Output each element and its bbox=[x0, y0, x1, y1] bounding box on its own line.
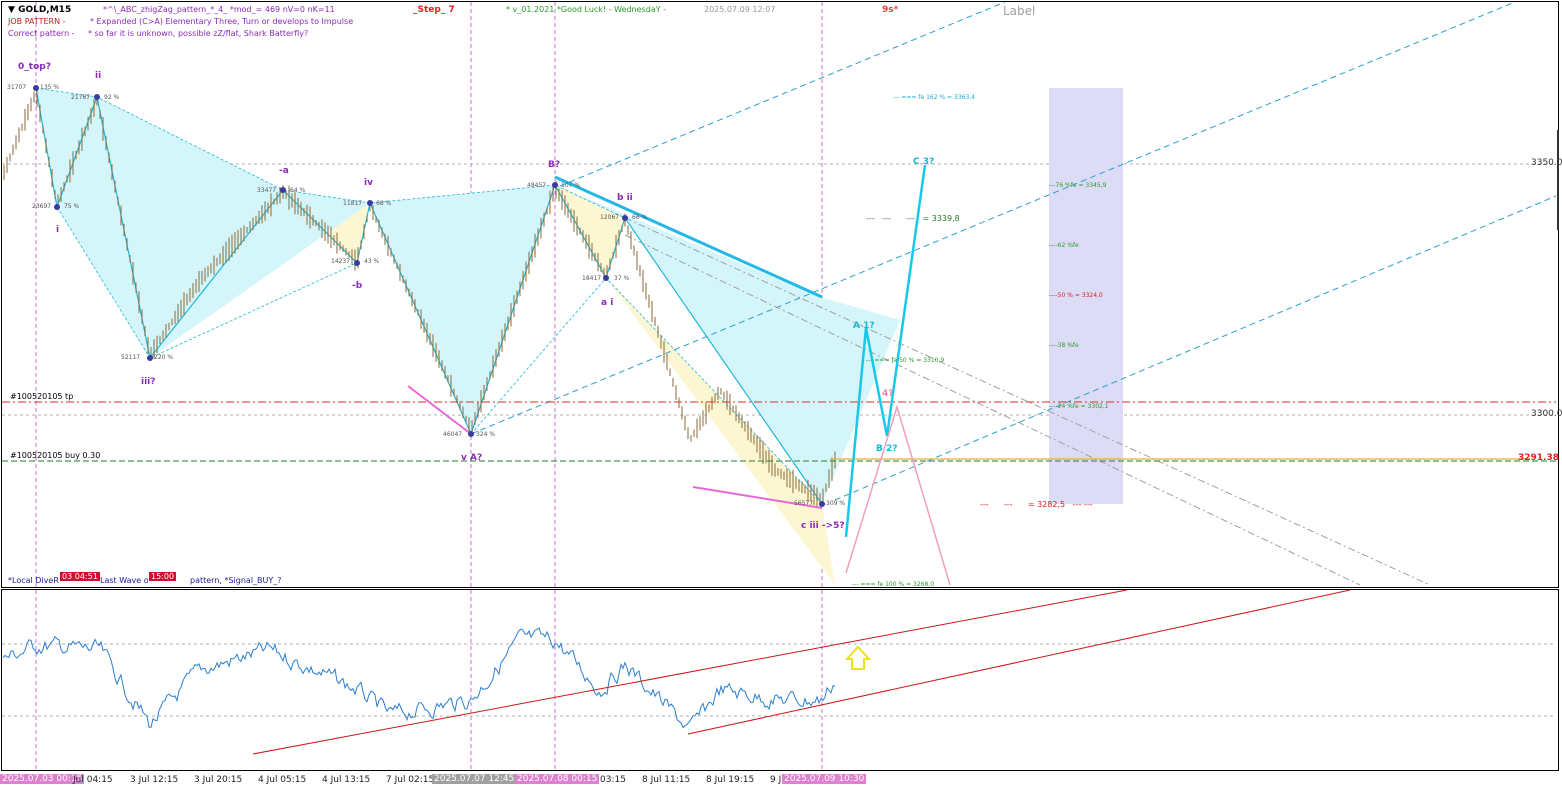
fib-38: ----38 %fe bbox=[1049, 342, 1079, 349]
time-tick: Jul 04:15 bbox=[73, 775, 113, 785]
buy-arrow-icon bbox=[844, 645, 872, 670]
fib-bottom: --- === fe 100 % = 3268,0 bbox=[852, 581, 935, 588]
wave-label-B: B? bbox=[548, 160, 561, 170]
time-tick: 3 Jul 20:15 bbox=[194, 775, 243, 785]
pivot-percent: 135 % bbox=[40, 84, 60, 91]
time-highlight-mid2: 2025.07.08 00:15 bbox=[515, 774, 600, 784]
job-pattern-label: JOB PATTERN - bbox=[8, 17, 66, 26]
fib-62: ----62 %fe bbox=[1049, 242, 1079, 249]
wave-label-i: i bbox=[56, 225, 60, 235]
top-badge: 9s* bbox=[882, 5, 899, 15]
pivot-value: 52117 bbox=[121, 354, 141, 361]
symbol-title: ▼ GOLD,M15 bbox=[8, 5, 71, 15]
oscillator-line bbox=[2, 627, 836, 729]
pivot-value: 21767 bbox=[71, 94, 91, 101]
pivot-percent: 68 % bbox=[376, 200, 392, 207]
target-2: --- --- = 3282,5 --- --- bbox=[980, 500, 1093, 509]
pivot-percent: 75 % bbox=[64, 203, 80, 210]
time-tick: 03:15 bbox=[600, 775, 626, 785]
time-tick: 7 Jul 02:15 bbox=[386, 775, 435, 785]
fib-24: ----24 %fe = 3302,1 bbox=[1049, 403, 1109, 410]
price-scale-handle[interactable] bbox=[1557, 130, 1559, 230]
time-tick: 4 Jul 05:15 bbox=[258, 775, 307, 785]
time-tick: 9 J bbox=[770, 775, 782, 785]
dropdown-icon[interactable]: ▼ bbox=[8, 5, 15, 15]
correct-pattern-label: Correct pattern - bbox=[8, 29, 75, 38]
oscillator-trendlines bbox=[252, 589, 1351, 755]
alt-projected-path bbox=[845, 404, 951, 586]
pivot-value: 46047 bbox=[443, 431, 463, 438]
pivot-percent: 64 % bbox=[290, 187, 306, 194]
timer-tag-2: 15:00 bbox=[148, 571, 178, 582]
step-label: _Step_ 7 bbox=[413, 5, 455, 15]
pivot-value: 11817 bbox=[343, 200, 363, 207]
timer-tag-1: 03 04:51 bbox=[59, 571, 101, 582]
symbol-label: GOLD,M15 bbox=[18, 5, 72, 15]
signal-note-a: *Local DiveR bbox=[8, 576, 59, 585]
pivot-value: 18417 bbox=[582, 275, 602, 282]
price-tick: 3300.0 bbox=[1531, 409, 1562, 419]
pivot-percent: 324 % bbox=[476, 431, 496, 438]
wave-label-ii: ii bbox=[95, 71, 102, 81]
pattern-cyan-fills bbox=[36, 88, 900, 504]
time-highlight-mid1: 2025.07.07 12:45 bbox=[432, 774, 517, 784]
tp-label[interactable]: #100520105 tp bbox=[10, 392, 73, 401]
time-tick: 3 Jul 12:15 bbox=[130, 775, 179, 785]
pivot-value: 33477 bbox=[257, 187, 277, 194]
fib-50: ----50 % = 3324,0 bbox=[1049, 292, 1103, 299]
wave-label-ciii: c iii ->5? bbox=[801, 521, 845, 531]
pivot-value: 48457 bbox=[527, 182, 547, 189]
indicator-header: *^\_ABC_zhigZag_pattern_*_4_ *mod_= 469 … bbox=[103, 5, 335, 14]
wave-label-4: 4? bbox=[882, 389, 894, 399]
target-1: --- --- --- = 3339,8 bbox=[866, 214, 960, 223]
fib-162: --- === fe 162 % = 3363,4 bbox=[893, 94, 976, 101]
chart-drawing-layer bbox=[2, 1, 1557, 770]
wave-label-ai: a i bbox=[601, 298, 614, 308]
wave-label-B2: B 2? bbox=[876, 444, 898, 454]
buy-price-label: 3291.38 bbox=[1518, 453, 1559, 463]
pivot-percent: 92 % bbox=[104, 94, 120, 101]
fib-50b: --- === fe 50 % = 3310,9 bbox=[866, 357, 945, 364]
pivot-value: 14237 bbox=[331, 258, 351, 265]
signal-note-b: Last Wave o bbox=[100, 576, 149, 585]
wave-label-top: 0_top? bbox=[18, 62, 51, 72]
wave-label-bii: b ii bbox=[617, 193, 633, 203]
wave-label-minus-b: -b bbox=[352, 281, 363, 291]
signal-note-c: pattern, *Signal_BUY_? bbox=[190, 576, 282, 585]
pivot-value: 31707 bbox=[7, 84, 27, 91]
pivot-value: 12067 bbox=[600, 214, 620, 221]
timestamp: 2025.07.09 12:07 bbox=[704, 5, 776, 14]
wave-label-A1: A 1? bbox=[853, 321, 875, 331]
time-tick: 8 Jul 19:15 bbox=[706, 775, 755, 785]
wave-label-C3: C 3? bbox=[913, 157, 935, 167]
job-pattern-text: * Expanded (C>A) Elementary Three, Turn … bbox=[90, 17, 354, 26]
wave-label-minus-a: -a bbox=[279, 166, 289, 176]
fib-76: ---76 %fe = 3345,9 bbox=[1049, 182, 1107, 189]
version-label: * v_01.2021 *Good Luck! - WednesdaY - bbox=[506, 5, 667, 14]
pivot-percent: 107 % bbox=[561, 182, 581, 189]
correct-pattern-text: * so far it is unknown, possible zZ/flat… bbox=[88, 29, 309, 38]
time-tick: 4 Jul 13:15 bbox=[322, 775, 371, 785]
pivot-value: 56577 bbox=[794, 500, 814, 507]
pivot-percent: 66 % bbox=[632, 214, 648, 221]
wave-label-iv: iv bbox=[364, 178, 373, 188]
time-highlight-end: 2025.07.09 10:30 bbox=[782, 774, 867, 784]
buy-label[interactable]: #100520105 buy 0.30 bbox=[10, 451, 100, 460]
wave-label-iii: iii? bbox=[141, 377, 156, 387]
pivot-percent: 43 % bbox=[364, 258, 380, 265]
pivot-percent: 220 % bbox=[154, 354, 174, 361]
time-tick: 8 Jul 11:15 bbox=[642, 775, 691, 785]
pivot-percent: 37 % bbox=[614, 275, 630, 282]
pivot-value: 23697 bbox=[32, 203, 52, 210]
wave-label-vA: v A? bbox=[461, 453, 483, 463]
label-watermark: Label bbox=[1003, 4, 1036, 18]
time-highlight-start: 2025.07.03 00:15 bbox=[0, 774, 85, 784]
pivot-percent: 309 % bbox=[826, 500, 846, 507]
